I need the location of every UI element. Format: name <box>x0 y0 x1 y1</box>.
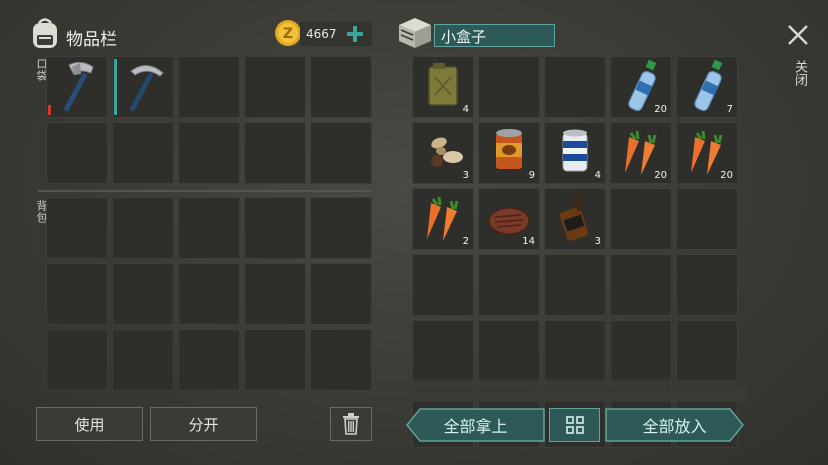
pocket-slot-10[interactable] <box>310 122 372 184</box>
item-count: 14 <box>522 236 535 247</box>
trash-button[interactable] <box>330 407 372 441</box>
container-slot-9[interactable]: 20 <box>610 122 672 184</box>
backpack-icon <box>30 16 60 50</box>
pickaxe-icon <box>130 65 164 112</box>
backpack-slot[interactable] <box>178 197 240 259</box>
item-count: 2 <box>462 236 469 247</box>
grid-scroll-fade <box>408 376 748 402</box>
container-slot[interactable] <box>412 254 474 316</box>
container-slot-15[interactable] <box>676 188 738 250</box>
item-count: 3 <box>594 236 601 247</box>
container-slot-12[interactable]: 14 <box>478 188 540 250</box>
backpack-slot[interactable] <box>244 263 306 325</box>
backpack-slot[interactable] <box>112 263 174 325</box>
pocket-slot-2[interactable] <box>112 56 174 118</box>
backpack-slot[interactable] <box>46 263 108 325</box>
item-count: 3 <box>462 170 469 181</box>
container-slot[interactable] <box>676 320 738 382</box>
container-slot-8[interactable]: 4 <box>544 122 606 184</box>
item-count: 7 <box>726 104 733 115</box>
coin-count: 4667 <box>306 27 337 41</box>
backpack-slot[interactable] <box>244 329 306 391</box>
container-slot[interactable] <box>412 320 474 382</box>
coin-icon: Z <box>274 19 302 47</box>
backpack-grid <box>46 197 372 391</box>
container-slot-2[interactable] <box>478 56 540 118</box>
section-divider <box>38 190 372 192</box>
item-count: 9 <box>528 170 535 181</box>
put-all-button[interactable]: 全部放入 <box>605 408 744 442</box>
container-title: 小盒子 <box>441 28 487 46</box>
backpack-slot[interactable] <box>178 263 240 325</box>
item-count: 20 <box>654 104 667 115</box>
close-label: 关闭 <box>792 60 807 86</box>
backpack-slot[interactable] <box>46 197 108 259</box>
close-icon <box>788 25 808 45</box>
close-button[interactable]: 关闭 <box>784 20 812 100</box>
inventory-title: 物品栏 <box>66 30 117 50</box>
take-all-button[interactable]: 全部拿上 <box>406 408 545 442</box>
backpack-slot[interactable] <box>310 329 372 391</box>
container-slot[interactable] <box>544 320 606 382</box>
backpack-slot[interactable] <box>46 329 108 391</box>
put-all-label: 全部放入 <box>642 417 707 436</box>
container-slot[interactable] <box>478 254 540 316</box>
item-count: 20 <box>654 170 667 181</box>
pocket-slot-6[interactable] <box>46 122 108 184</box>
trash-icon <box>343 413 359 435</box>
pocket-slot-9[interactable] <box>244 122 306 184</box>
container-slot-4[interactable]: 20 <box>610 56 672 118</box>
split-button[interactable]: 分开 <box>150 407 257 441</box>
pocket-slot-8[interactable] <box>178 122 240 184</box>
pocket-slot-7[interactable] <box>112 122 174 184</box>
backpack-slot[interactable] <box>310 263 372 325</box>
use-button[interactable]: 使用 <box>36 407 143 441</box>
grid-icon <box>565 416 584 434</box>
item-count: 4 <box>462 104 469 115</box>
backpack-slot[interactable] <box>310 197 372 259</box>
container-slot[interactable] <box>544 254 606 316</box>
add-coins-icon[interactable] <box>346 25 364 43</box>
container-slot-14[interactable] <box>610 188 672 250</box>
pocket-slot-4[interactable] <box>244 56 306 118</box>
pocket-grid <box>46 56 372 184</box>
container-slot-10[interactable]: 20 <box>676 122 738 184</box>
container-slot[interactable] <box>478 320 540 382</box>
container-slot-7[interactable]: 9 <box>478 122 540 184</box>
backpack-slot[interactable] <box>112 329 174 391</box>
container-slot[interactable] <box>676 254 738 316</box>
container-slot-1[interactable]: 4 <box>412 56 474 118</box>
svg-text:Z: Z <box>283 26 293 42</box>
backpack-slot[interactable] <box>178 329 240 391</box>
pocket-slot-1[interactable] <box>46 56 108 118</box>
pocket-slot-5[interactable] <box>310 56 372 118</box>
pocket-slot-3[interactable] <box>178 56 240 118</box>
box-icon <box>397 16 433 50</box>
item-count: 4 <box>594 170 601 181</box>
container-slot-5[interactable]: 7 <box>676 56 738 118</box>
grid-view-button[interactable] <box>549 408 600 442</box>
container-slot[interactable] <box>610 320 672 382</box>
container-slot-3[interactable] <box>544 56 606 118</box>
container-slot[interactable] <box>610 254 672 316</box>
item-count: 20 <box>720 170 733 181</box>
container-slot-11[interactable]: 2 <box>412 188 474 250</box>
backpack-slot[interactable] <box>244 197 306 259</box>
axe-icon <box>64 61 94 112</box>
container-slot-6[interactable]: 3 <box>412 122 474 184</box>
container-slot-13[interactable]: 3 <box>544 188 606 250</box>
backpack-slot[interactable] <box>112 197 174 259</box>
take-all-label: 全部拿上 <box>443 417 508 436</box>
